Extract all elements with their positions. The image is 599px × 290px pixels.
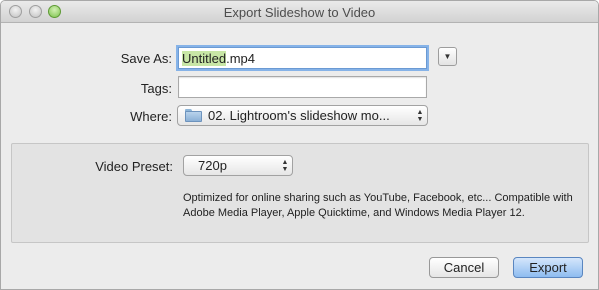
save-as-selected-text: Untitled (182, 51, 227, 66)
expand-save-panel-button[interactable]: ▼ (438, 47, 457, 66)
export-button[interactable]: Export (513, 257, 583, 278)
cancel-button[interactable]: Cancel (429, 257, 499, 278)
window-title: Export Slideshow to Video (223, 5, 376, 20)
where-popup[interactable]: 02. Lightroom's slideshow mo... ▲ ▼ (177, 105, 428, 126)
save-as-field[interactable]: Untitled.mp4 (178, 47, 427, 69)
export-dialog: Export Slideshow to Video Save As: Untit… (0, 0, 599, 290)
updown-arrows-icon: ▲ ▼ (416, 108, 424, 123)
save-as-label: Save As: (120, 51, 172, 66)
where-value: 02. Lightroom's slideshow mo... (208, 108, 390, 123)
video-preset-description: Optimized for online sharing such as You… (183, 192, 573, 219)
where-label: Where: (130, 109, 172, 124)
video-preset-popup[interactable]: 720p ▲ ▼ (183, 155, 293, 176)
tags-label: Tags: (140, 81, 172, 96)
folder-icon (185, 109, 202, 122)
save-as-extension: .mp4 (226, 51, 255, 66)
tags-field[interactable] (178, 76, 427, 98)
updown-arrows-icon: ▲ ▼ (281, 158, 289, 173)
video-preset-label: Video Preset: (95, 159, 173, 174)
title-bar: Export Slideshow to Video (1, 1, 598, 23)
video-preset-value: 720p (198, 158, 227, 173)
video-preset-panel: Video Preset: 720p ▲ ▼ Optimized for onli… (11, 143, 589, 243)
chevron-down-icon: ▼ (443, 51, 452, 61)
